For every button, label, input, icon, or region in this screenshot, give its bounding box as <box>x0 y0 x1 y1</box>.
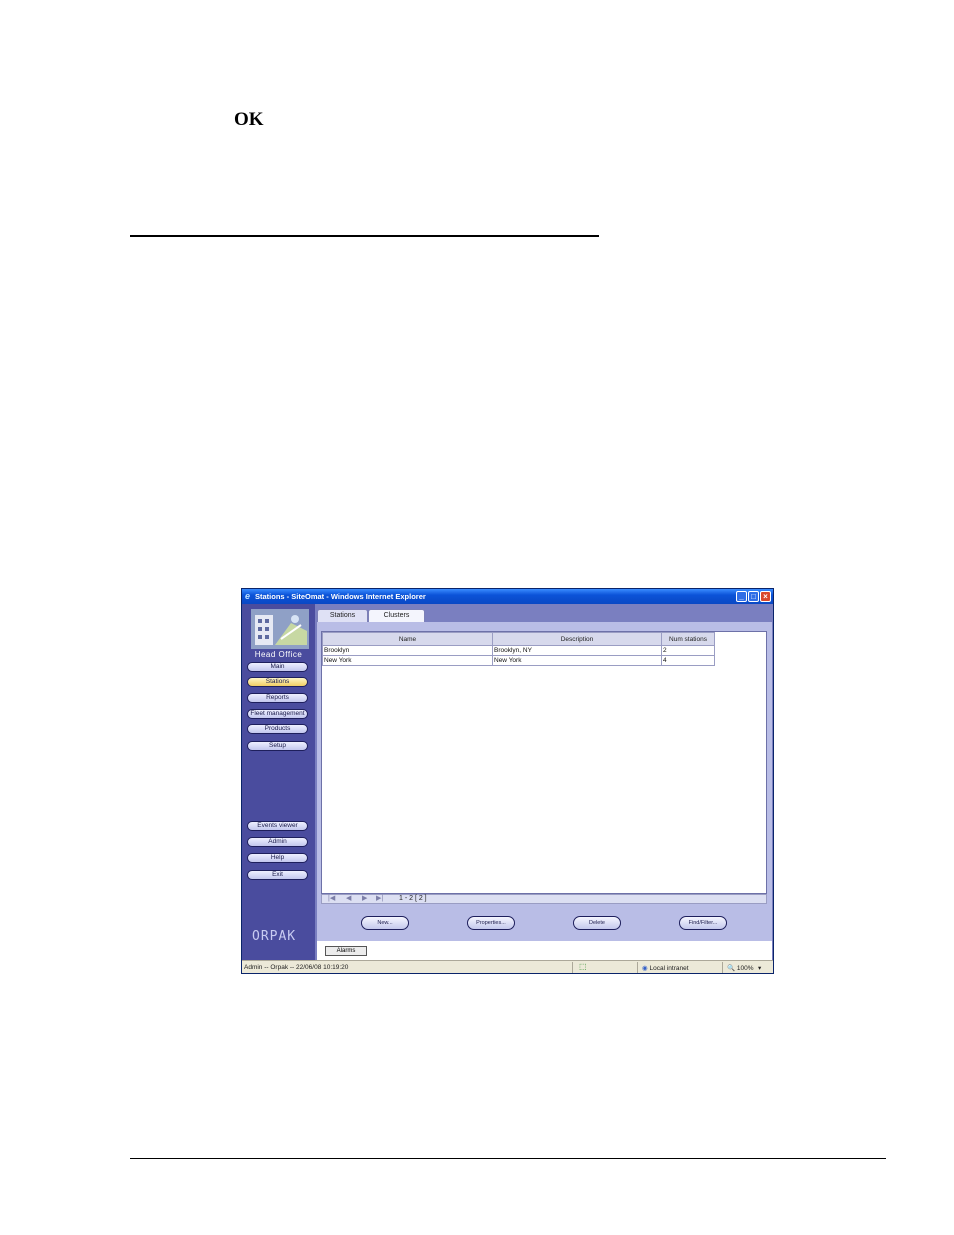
sidebar-item-events-viewer[interactable]: Events viewer <box>247 821 308 831</box>
sidebar-heading: Head Office <box>254 650 303 659</box>
cell-name: Brooklyn <box>322 645 493 656</box>
clusters-table: Name Description Num stations Brooklyn B… <box>322 632 715 666</box>
alarms-button[interactable]: Alarms <box>325 946 367 956</box>
cell-description: Brooklyn, NY <box>492 645 662 656</box>
status-text: Admin -- Orpak -- 22/06/08 10:19:20 <box>244 964 349 971</box>
footer-rule <box>130 1158 886 1159</box>
cell-description: New York <box>492 655 662 666</box>
column-header-name[interactable]: Name <box>322 632 493 646</box>
main-content: Name Description Num stations Brooklyn B… <box>317 622 772 941</box>
security-zone-label: Local intranet <box>649 965 689 972</box>
table-header-row: Name Description Num stations <box>322 632 715 646</box>
zoom-level-label: 100% <box>736 965 754 972</box>
head-office-building-icon <box>251 609 309 649</box>
pager: |◀ ◀ ▶ ▶| 1 - 2 [ 2 ] <box>321 894 767 904</box>
maximize-icon[interactable]: □ <box>748 591 759 602</box>
page-range: 1 - 2 [ 2 ] <box>399 895 427 902</box>
tab-clusters[interactable]: Clusters <box>368 609 425 622</box>
sidebar-item-fleet-management[interactable]: Fleet management <box>247 709 308 719</box>
browser-window: e Stations - SiteOmat - Windows Internet… <box>241 588 774 974</box>
ie-icon: e <box>245 591 251 601</box>
status-divider <box>637 962 638 973</box>
window-title: Stations - SiteOmat - Windows Internet E… <box>255 592 426 601</box>
page-status-icon: ⬚ <box>579 962 587 971</box>
tab-stations[interactable]: Stations <box>317 609 368 622</box>
sidebar-item-setup[interactable]: Setup <box>247 741 308 751</box>
properties-button[interactable]: Properties... <box>467 916 515 930</box>
prev-page-icon[interactable]: ◀ <box>346 895 351 903</box>
zoom-icon: 🔍 <box>727 965 736 972</box>
cell-name: New York <box>322 655 493 666</box>
close-icon[interactable]: × <box>760 591 771 602</box>
clusters-grid: Name Description Num stations Brooklyn B… <box>321 631 767 894</box>
ok-button-label: OK <box>234 109 264 130</box>
column-header-num-stations[interactable]: Num stations <box>661 632 715 646</box>
intranet-icon: ◉ <box>642 965 648 972</box>
sidebar-item-exit[interactable]: Exit <box>247 870 308 880</box>
delete-button[interactable]: Delete <box>573 916 621 930</box>
new-button[interactable]: New... <box>361 916 409 930</box>
status-bar: Admin -- Orpak -- 22/06/08 10:19:20 ⬚ ◉ … <box>242 960 773 973</box>
minimize-icon[interactable]: _ <box>736 591 747 602</box>
cell-num-stations: 4 <box>661 655 715 666</box>
find-filter-button[interactable]: Find/Filter... <box>679 916 727 930</box>
alarm-bar: Alarms <box>317 941 772 960</box>
orpak-logo: ORPAK <box>252 929 297 944</box>
last-page-icon[interactable]: ▶| <box>376 895 383 903</box>
security-zone: ◉ Local intranet <box>642 964 689 972</box>
sidebar-item-reports[interactable]: Reports <box>247 693 308 703</box>
cell-num-stations: 2 <box>661 645 715 656</box>
zoom-level[interactable]: 🔍 100% <box>727 964 754 972</box>
column-header-description[interactable]: Description <box>492 632 662 646</box>
title-bar: e Stations - SiteOmat - Windows Internet… <box>242 589 773 604</box>
table-row[interactable]: New York New York 4 <box>322 655 715 666</box>
table-row[interactable]: Brooklyn Brooklyn, NY 2 <box>322 645 715 656</box>
status-divider <box>722 962 723 973</box>
status-divider <box>572 962 573 973</box>
zoom-dropdown-icon[interactable]: ▾ <box>758 964 761 972</box>
sidebar-item-stations[interactable]: Stations <box>247 677 308 687</box>
sidebar: Head Office Main Stations Reports Fleet … <box>242 604 315 960</box>
first-page-icon[interactable]: |◀ <box>328 895 335 903</box>
sidebar-item-main[interactable]: Main <box>247 662 308 672</box>
sidebar-item-products[interactable]: Products <box>247 724 308 734</box>
next-page-icon[interactable]: ▶ <box>362 895 367 903</box>
sidebar-item-help[interactable]: Help <box>247 853 308 863</box>
sidebar-item-admin[interactable]: Admin <box>247 837 308 847</box>
section-rule <box>130 235 599 237</box>
